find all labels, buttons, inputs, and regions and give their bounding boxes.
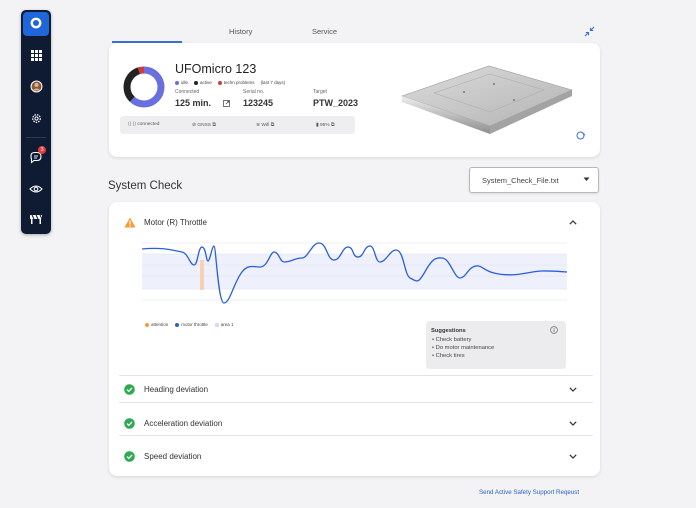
collapse-icon[interactable]: [584, 26, 595, 37]
notification-badge: 3: [38, 146, 46, 154]
legend-motor-throttle-dot: [175, 322, 180, 327]
stat-target-label: Target: [313, 89, 327, 95]
divider: [119, 402, 593, 403]
logo-icon: [30, 17, 42, 29]
gear-icon: [31, 113, 41, 123]
chevron-down-icon[interactable]: [569, 421, 577, 426]
stat-serial-label: Serial no.: [243, 89, 265, 95]
sidebar-item-barrier[interactable]: [21, 206, 51, 232]
suggestion-item: • Check battery: [432, 337, 472, 343]
legend-period: (last 7 days): [260, 80, 286, 85]
avatar: [30, 80, 42, 92]
tab-bar: History Service: [112, 22, 600, 42]
legend-active: active: [194, 80, 212, 85]
system-check-card: Motor (R) Throttle attention motor throt…: [109, 202, 600, 476]
legend-area-dot: [214, 322, 219, 327]
external-link-icon: ⧉: [270, 123, 275, 128]
sidebar-item-profile[interactable]: [21, 73, 51, 99]
conn-gnss[interactable]: ⊘ GNSS ⧉: [192, 122, 216, 128]
file-select-dropdown[interactable]: System_Check_File.txt: [469, 167, 599, 193]
device-card: UFOmicro 123 idle active techn problems …: [109, 43, 600, 157]
legend-idle: idle: [175, 80, 188, 85]
check-circle-icon: [124, 384, 135, 395]
chevron-up-icon[interactable]: [569, 220, 577, 225]
legend-idle-dot: [175, 80, 179, 85]
rotate-3d-icon[interactable]: [575, 130, 586, 141]
warning-icon: [124, 217, 136, 228]
legend-techn-problems-dot: [217, 80, 222, 85]
attention-marker: [200, 260, 204, 290]
sidebar-item-apps[interactable]: [21, 42, 51, 68]
sidebar-item-home[interactable]: [21, 10, 51, 36]
suggestions-title: Suggestions: [431, 328, 466, 334]
legend-techn-problems: techn problems: [217, 80, 255, 85]
sidebar-divider: [26, 137, 46, 138]
file-select-value: System_Check_File.txt: [482, 176, 559, 185]
divider: [119, 435, 593, 436]
sidebar-item-visibility[interactable]: [21, 176, 51, 202]
support-request-link[interactable]: Send Active Safety Support Reqeust: [479, 489, 579, 496]
connectivity-bar: ((·)) connected ⊘ GNSS ⧉ ≋ Wifi ⧉ ▮ 95% …: [120, 116, 355, 134]
check-circle-icon: [124, 418, 135, 429]
wifi-icon: ≋: [256, 123, 261, 128]
suggestion-item: • Check tires: [432, 353, 465, 359]
area-band: [142, 254, 567, 289]
chevron-down-icon[interactable]: [569, 387, 577, 392]
legend-attention: attention: [145, 322, 168, 327]
conn-status: ((·)) connected: [128, 122, 160, 127]
usage-legend: idle active techn problems (last 7 days): [175, 80, 285, 85]
motor-throttle-chart: [142, 242, 567, 304]
accordion-title: Heading deviation: [144, 385, 209, 394]
accordion-title: Acceleration deviation: [144, 419, 223, 428]
suggestion-item: • Do motor maintenance: [432, 345, 495, 351]
sidebar: 3: [21, 10, 51, 234]
stat-target-value: PTW_2023: [313, 98, 359, 108]
signal-icon: ((·)): [128, 122, 136, 127]
battery-icon: ▮: [316, 123, 319, 128]
accordion-title: Speed deviation: [144, 452, 202, 461]
barrier-icon: [30, 214, 43, 224]
suggestions-box: Suggestions • Check battery • Do motor m…: [426, 321, 566, 369]
accordion-header-speed-deviation[interactable]: Speed deviation: [109, 443, 600, 473]
check-circle-icon: [124, 451, 135, 462]
stat-connected-label: Connected: [175, 89, 200, 95]
conn-wifi[interactable]: ≋ Wifi ⧉: [256, 122, 274, 128]
suggestions-list: • Check battery • Do motor maintenance •…: [432, 336, 494, 360]
legend-attention-dot: [145, 322, 149, 327]
usage-donut-chart: [123, 66, 165, 108]
accordion-title: Motor (R) Throttle: [144, 218, 207, 227]
section-title: System Check: [108, 180, 183, 192]
accordion-header-motor-throttle[interactable]: Motor (R) Throttle: [109, 207, 600, 237]
device-name: UFOmicro 123: [175, 62, 257, 76]
legend-area: area 1: [214, 322, 234, 327]
tab-history[interactable]: History: [229, 27, 252, 36]
legend-active-dot: [194, 80, 199, 85]
stat-connected-value: 125 min.: [175, 98, 212, 108]
device-image: [401, 65, 573, 134]
caret-down-icon: [583, 177, 590, 181]
eye-icon: [29, 185, 43, 193]
sidebar-item-settings[interactable]: [21, 105, 51, 131]
conn-battery[interactable]: ▮ 95% ⧉: [316, 122, 334, 128]
legend-motor-throttle: motor throttle: [175, 322, 208, 327]
grid-icon: [30, 49, 42, 61]
external-link-icon[interactable]: [223, 100, 230, 107]
stat-serial-value: 123245: [243, 98, 274, 108]
chart-legend: attention motor throttle area 1: [145, 322, 234, 327]
check-circle-icon: ⊘: [192, 123, 197, 128]
chevron-down-icon[interactable]: [569, 454, 577, 459]
info-icon[interactable]: [550, 326, 558, 334]
external-link-icon: ⧉: [212, 123, 216, 128]
tab-service[interactable]: Service: [312, 27, 337, 36]
sidebar-item-messages[interactable]: 3: [21, 144, 51, 170]
external-link-icon: ⧉: [330, 123, 335, 128]
